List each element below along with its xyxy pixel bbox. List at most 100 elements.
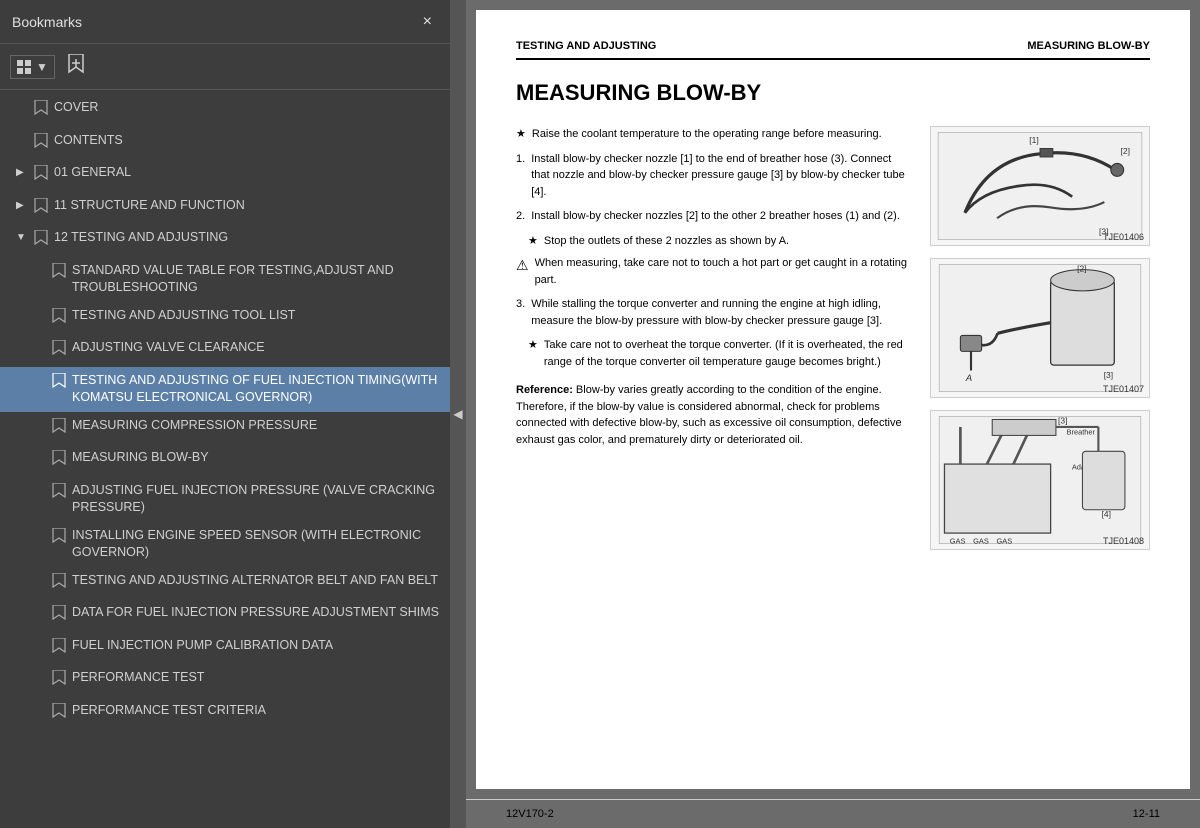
bookmark-icon xyxy=(52,418,66,440)
close-button[interactable]: × xyxy=(417,11,438,33)
bookmark-label: COVER xyxy=(54,99,440,117)
bookmark-item-contents[interactable]: CONTENTS xyxy=(0,127,450,160)
reference-title: Reference: xyxy=(516,384,573,396)
image-label-1: TJE01406 xyxy=(1103,232,1144,242)
bookmark-item-fuel-pump[interactable]: FUEL INJECTION PUMP CALIBRATION DATA xyxy=(0,632,450,665)
step-text: While stalling the torque converter and … xyxy=(531,296,910,329)
document-content: ★ Raise the coolant temperature to the o… xyxy=(516,126,1150,562)
page-header-right: MEASURING BLOW-BY xyxy=(1027,40,1150,52)
diagram-svg-1: [2] [3] [1] xyxy=(931,127,1149,245)
intro-star-paragraph: ★ Raise the coolant temperature to the o… xyxy=(516,126,910,143)
view-toggle-button[interactable]: ▼ xyxy=(10,55,55,79)
svg-text:A: A xyxy=(965,373,972,384)
image-tje01408: GAS GAS GAS Breather Adapter xyxy=(930,410,1150,550)
bookmark-icon xyxy=(52,483,66,505)
bookmarks-header: Bookmarks × xyxy=(0,0,450,44)
bookmark-label: 11 STRUCTURE AND FUNCTION xyxy=(54,197,440,215)
reference-section: Reference: Blow-by varies greatly accord… xyxy=(516,382,910,448)
bookmark-item-valve-clear[interactable]: ADJUSTING VALVE CLEARANCE xyxy=(0,334,450,367)
bookmarks-panel: Bookmarks × ▼ COVER xyxy=(0,0,450,828)
page-footer: 12V170-2 12-11 xyxy=(466,799,1200,828)
bookmark-icon xyxy=(52,605,66,627)
expand-arrow-general: ▶ xyxy=(16,166,26,180)
bookmark-item-perf-test[interactable]: PERFORMANCE TEST xyxy=(0,664,450,697)
bookmark-add-button[interactable] xyxy=(63,50,89,83)
star-symbol: ★ xyxy=(516,126,526,143)
step-text: Install blow-by checker nozzle [1] to th… xyxy=(531,151,910,201)
warning-text: When measuring, take care not to touch a… xyxy=(535,255,910,288)
bookmark-label: INSTALLING ENGINE SPEED SENSOR (WITH ELE… xyxy=(72,527,440,562)
bookmark-label: ADJUSTING VALVE CLEARANCE xyxy=(72,339,440,357)
grid-icon xyxy=(17,60,33,74)
star-symbol: ★ xyxy=(528,337,538,370)
bookmark-label: PERFORMANCE TEST CRITERIA xyxy=(72,702,440,720)
collapse-arrow: ◀ xyxy=(453,407,462,421)
step-number: 2. xyxy=(516,208,525,225)
bookmark-item-testing[interactable]: ▼ 12 TESTING AND ADJUSTING xyxy=(0,224,450,257)
bookmarks-toolbar: ▼ xyxy=(0,44,450,90)
image-tje01406: [2] [3] [1] TJE01406 xyxy=(930,126,1150,246)
bookmark-item-adj-fuel[interactable]: ADJUSTING FUEL INJECTION PRESSURE (VALVE… xyxy=(0,477,450,522)
expand-arrow-structure: ▶ xyxy=(16,199,26,213)
document-text-column: ★ Raise the coolant temperature to the o… xyxy=(516,126,910,562)
bookmark-icon xyxy=(52,528,66,550)
bookmark-icon xyxy=(34,133,48,155)
bookmark-item-fuel-inject-timing[interactable]: TESTING AND ADJUSTING OF FUEL INJECTION … xyxy=(0,367,450,412)
step-2: 2. Install blow-by checker nozzles [2] t… xyxy=(516,208,910,225)
bookmark-label: TESTING AND ADJUSTING OF FUEL INJECTION … xyxy=(72,372,440,407)
bookmark-label: MEASURING COMPRESSION PRESSURE xyxy=(72,417,440,435)
svg-text:GAS: GAS xyxy=(996,537,1012,546)
bookmark-icon xyxy=(67,54,85,74)
bookmark-icon xyxy=(34,230,48,252)
bookmark-label: 12 TESTING AND ADJUSTING xyxy=(54,229,440,247)
warning-item: ⚠ When measuring, take care not to touch… xyxy=(516,255,910,288)
bookmark-icon xyxy=(52,340,66,362)
bookmark-icon xyxy=(52,263,66,285)
bookmark-item-alt-belt[interactable]: TESTING AND ADJUSTING ALTERNATOR BELT AN… xyxy=(0,567,450,600)
star-symbol: ★ xyxy=(528,233,538,250)
bookmark-icon xyxy=(52,373,66,395)
step-number: 1. xyxy=(516,151,525,201)
sub-text: Take care not to overheat the torque con… xyxy=(544,337,910,370)
bookmark-label: TESTING AND ADJUSTING TOOL LIST xyxy=(72,307,440,325)
intro-text: Raise the coolant temperature to the ope… xyxy=(532,126,882,143)
svg-text:Breather: Breather xyxy=(1067,427,1096,436)
bookmark-label: CONTENTS xyxy=(54,132,440,150)
expand-arrow-testing: ▼ xyxy=(16,231,26,245)
bookmark-icon xyxy=(34,165,48,187)
document-panel: TESTING AND ADJUSTING MEASURING BLOW-BY … xyxy=(466,0,1200,828)
bookmark-item-tool-list[interactable]: TESTING AND ADJUSTING TOOL LIST xyxy=(0,302,450,335)
bookmark-label: MEASURING BLOW-BY xyxy=(72,449,440,467)
bookmark-item-install-speed[interactable]: INSTALLING ENGINE SPEED SENSOR (WITH ELE… xyxy=(0,522,450,567)
svg-text:[2]: [2] xyxy=(1077,264,1086,274)
bookmark-icon xyxy=(34,100,48,122)
bookmark-item-blow-by[interactable]: MEASURING BLOW-BY xyxy=(0,444,450,477)
image-tje01407: A [3] [2] TJE01407 xyxy=(930,258,1150,398)
svg-text:GAS: GAS xyxy=(973,537,989,546)
image-label-2: TJE01407 xyxy=(1103,384,1144,394)
bookmark-item-data-fuel[interactable]: DATA FOR FUEL INJECTION PRESSURE ADJUSTM… xyxy=(0,599,450,632)
footer-left: 12V170-2 xyxy=(506,808,554,820)
bookmark-label: 01 GENERAL xyxy=(54,164,440,182)
step-3: 3. While stalling the torque converter a… xyxy=(516,296,910,329)
step-text: Install blow-by checker nozzles [2] to t… xyxy=(531,208,900,225)
page-header-left: TESTING AND ADJUSTING xyxy=(516,40,656,52)
bookmarks-title: Bookmarks xyxy=(12,14,82,30)
document-page: TESTING AND ADJUSTING MEASURING BLOW-BY … xyxy=(476,10,1190,789)
bookmark-label: DATA FOR FUEL INJECTION PRESSURE ADJUSTM… xyxy=(72,604,440,622)
bookmark-item-general[interactable]: ▶ 01 GENERAL xyxy=(0,159,450,192)
dropdown-arrow: ▼ xyxy=(36,60,48,74)
svg-text:[1]: [1] xyxy=(1029,135,1039,145)
bookmark-label: TESTING AND ADJUSTING ALTERNATOR BELT AN… xyxy=(72,572,440,590)
bookmark-icon xyxy=(52,573,66,595)
bookmark-item-std-val[interactable]: STANDARD VALUE TABLE FOR TESTING,ADJUST … xyxy=(0,257,450,302)
document-images-column: [2] [3] [1] TJE01406 xyxy=(930,126,1150,562)
image-label-3: TJE01408 xyxy=(1103,536,1144,546)
bookmark-item-cover[interactable]: COVER xyxy=(0,94,450,127)
bookmark-item-perf-criteria[interactable]: PERFORMANCE TEST CRITERIA xyxy=(0,697,450,730)
bookmark-item-comp-pressure[interactable]: MEASURING COMPRESSION PRESSURE xyxy=(0,412,450,445)
panel-collapse-button[interactable]: ◀ xyxy=(450,0,466,828)
bookmark-label: FUEL INJECTION PUMP CALIBRATION DATA xyxy=(72,637,440,655)
bookmark-item-structure[interactable]: ▶ 11 STRUCTURE AND FUNCTION xyxy=(0,192,450,225)
svg-text:[4]: [4] xyxy=(1102,509,1111,519)
